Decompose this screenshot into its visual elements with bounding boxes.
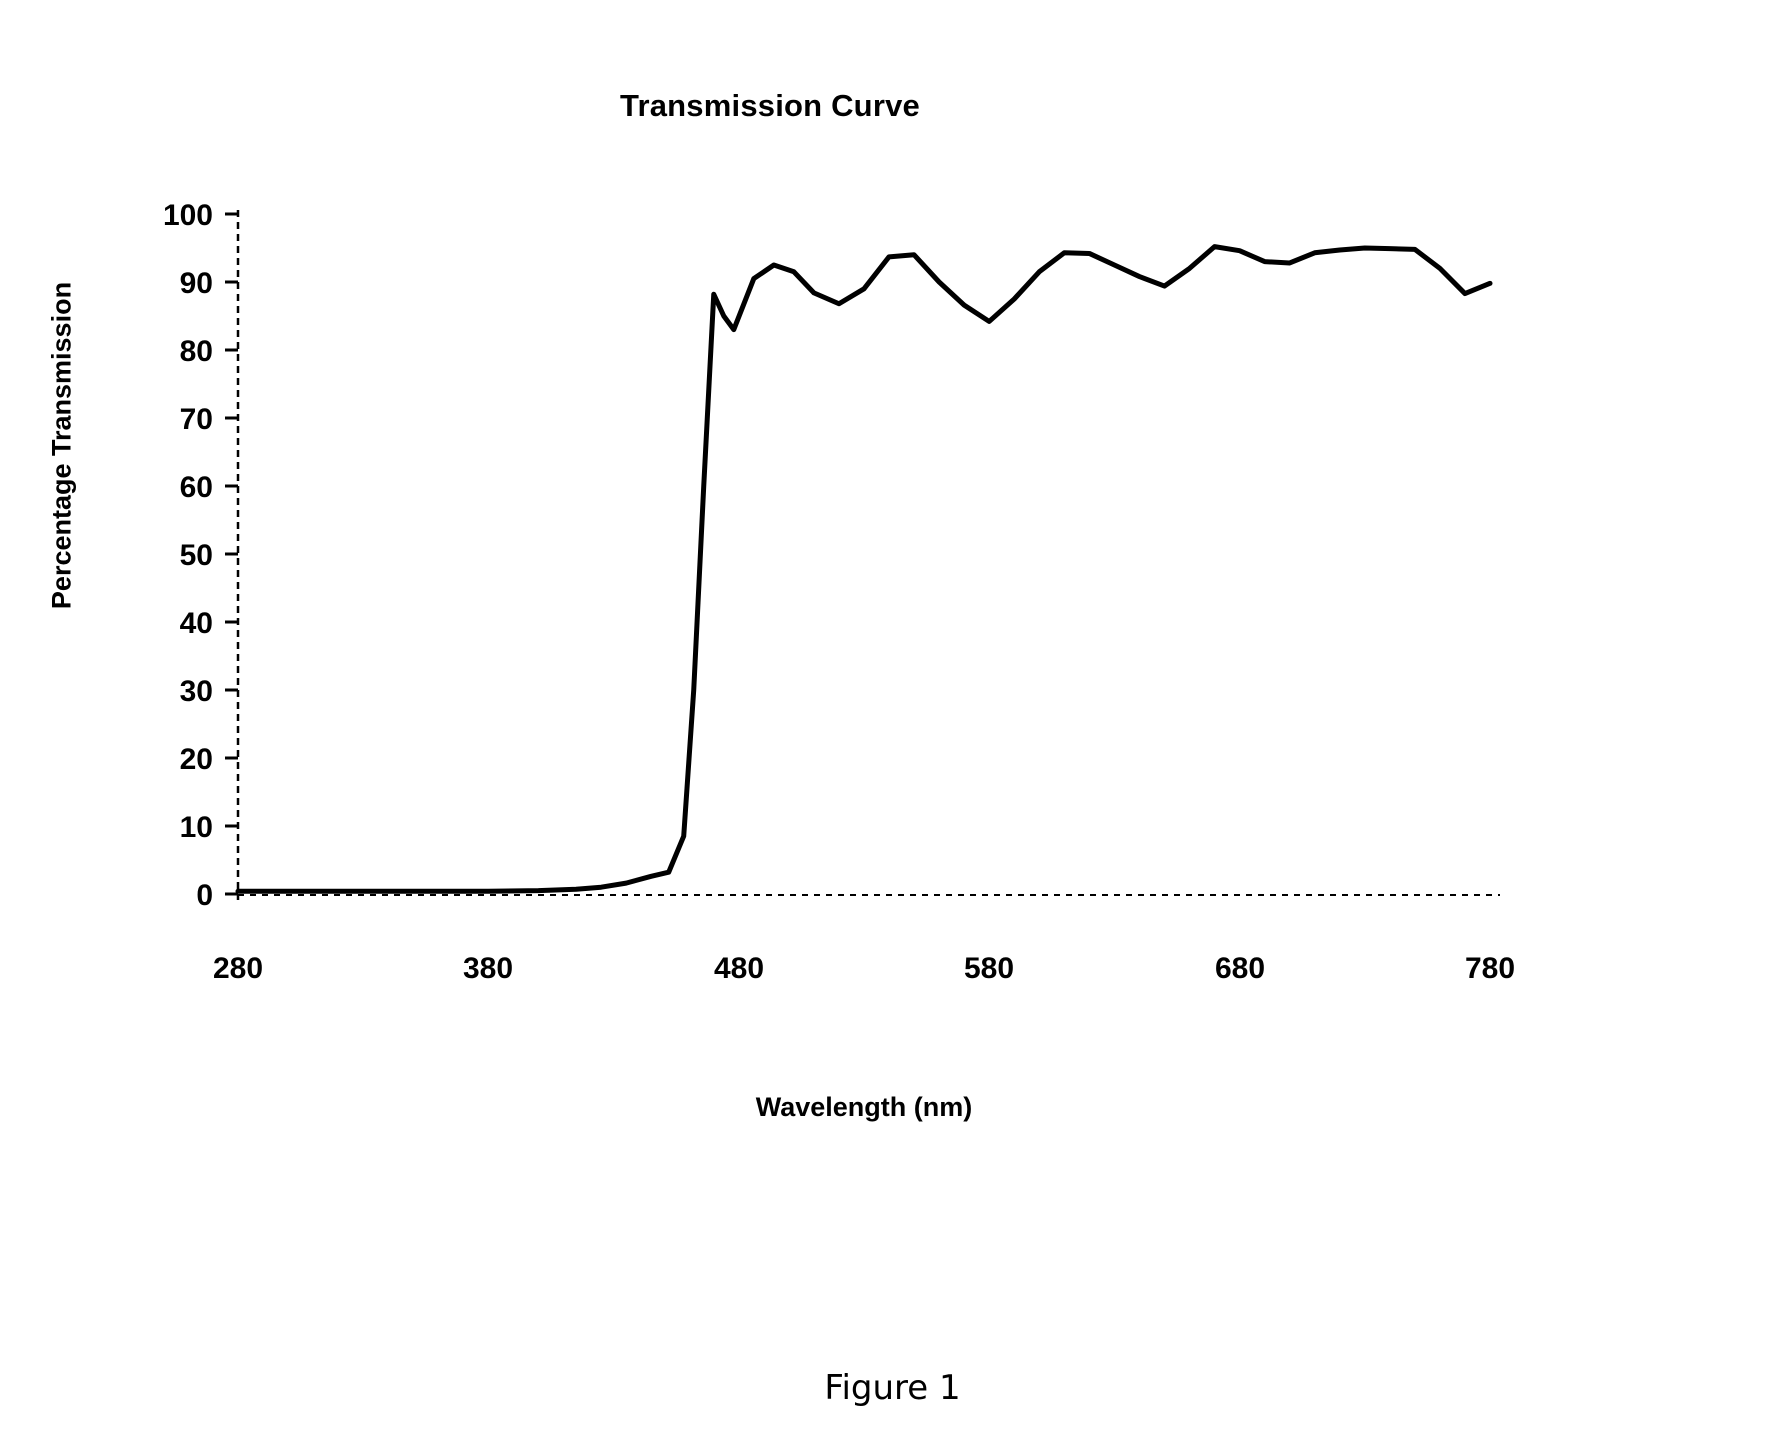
- y-tick-label: 90: [180, 267, 213, 300]
- x-axis-title: Wavelength (nm): [755, 1092, 973, 1122]
- x-tick-label: 680: [1215, 952, 1265, 985]
- y-tick-label: 40: [180, 607, 213, 640]
- transmission-series-line: [235, 244, 1493, 894]
- y-tick-label: 30: [180, 675, 213, 708]
- x-tick-label: 280: [213, 952, 263, 985]
- figure-root: Transmission Curve 100 90 80 70 60 50 40…: [0, 0, 1785, 1450]
- y-axis-tick-labels: 100 90 80 70 60 50 40 30 20 10 0: [163, 199, 213, 912]
- y-tick-label: 80: [180, 335, 213, 368]
- y-tick-label: 10: [180, 811, 213, 844]
- y-axis-ticks: [225, 212, 238, 896]
- x-tick-label: 780: [1465, 952, 1515, 985]
- y-tick-label: 100: [163, 199, 213, 232]
- chart-plot-block: 100 90 80 70 60 50 40 30 20 10 0 280 380…: [0, 0, 1785, 1200]
- x-tick-label: 380: [463, 952, 513, 985]
- figure-caption: Figure 1: [824, 1368, 961, 1408]
- x-tick-label: 580: [964, 952, 1014, 985]
- x-tick-label: 480: [714, 952, 764, 985]
- y-tick-label: 60: [180, 471, 213, 504]
- y-tick-label: 70: [180, 403, 213, 436]
- y-tick-label: 50: [180, 539, 213, 572]
- x-axis-tick-labels: 280 380 480 580 680 780: [213, 952, 1515, 985]
- transmission-curve-chart: 100 90 80 70 60 50 40 30 20 10 0 280 380…: [163, 199, 1515, 985]
- y-axis-title: Percentage Transmission: [46, 281, 77, 610]
- y-tick-label: 20: [180, 743, 213, 776]
- y-tick-label: 0: [196, 879, 213, 912]
